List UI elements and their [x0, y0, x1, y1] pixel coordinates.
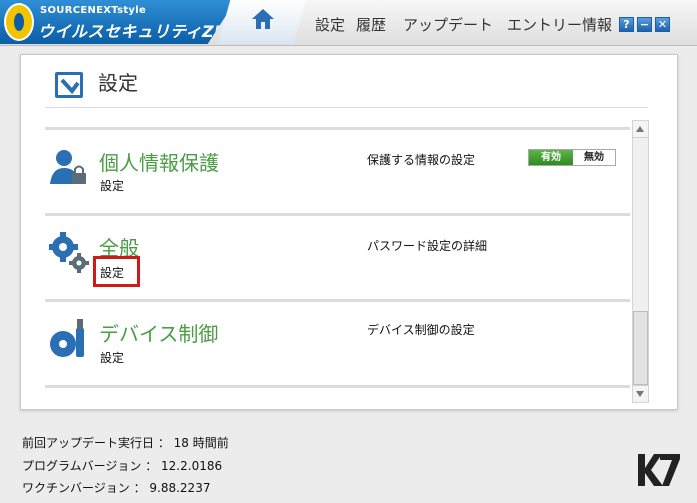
home-button[interactable] [218, 0, 306, 44]
toggle-off-option[interactable]: 無効 [573, 150, 615, 165]
row-divider [45, 213, 630, 216]
settings-check-icon [55, 72, 83, 98]
last-update-info: 前回アップデート実行日 ： 18 時間前 [22, 436, 229, 450]
close-button[interactable]: ✕ [655, 17, 670, 32]
app-logo: SOURCENEXTstyle ウイルスセキュリティZERO [0, 0, 236, 44]
home-icon [252, 9, 274, 29]
nav-settings[interactable]: 設定 [315, 14, 345, 35]
user-lock-icon [50, 150, 86, 184]
nav-update[interactable]: アップデート [403, 14, 493, 35]
scroll-up-button[interactable] [633, 121, 648, 138]
vaccine-version-info: ワクチンバージョン ： 9.88.2237 [22, 481, 211, 495]
settings-list: 個人情報保護 設定 保護する情報の設定 有効 無効 全般 設定 パスワード設定の… [45, 127, 630, 391]
row-divider [45, 385, 630, 388]
row-divider [45, 127, 630, 130]
arrow-down-icon [636, 391, 644, 397]
settings-panel: 設定 個人情報保護 設定 保護する情報の設定 有効 無効 全般 設定 パスワード… [20, 54, 678, 410]
scroll-thumb[interactable] [633, 311, 648, 385]
k7-logo [638, 454, 680, 486]
general-description: パスワード設定の詳細 [367, 239, 488, 253]
toggle-on-option[interactable]: 有効 [529, 150, 573, 165]
general-settings-link[interactable]: 設定 [100, 264, 124, 281]
help-button[interactable]: ? [619, 17, 634, 32]
device-settings-link[interactable]: 設定 [100, 349, 124, 366]
privacy-toggle[interactable]: 有効 無効 [528, 149, 616, 166]
item-title-device: デバイス制御 [99, 322, 219, 346]
title-bar: SOURCENEXTstyle ウイルスセキュリティZERO 設定 履歴 アップ… [0, 0, 697, 46]
item-title-privacy: 個人情報保護 [99, 151, 219, 175]
nav-history[interactable]: 履歴 [356, 14, 386, 35]
divider [45, 107, 648, 108]
scroll-down-button[interactable] [633, 385, 648, 402]
scrollbar[interactable] [632, 120, 649, 403]
logo-product-jp: ウイルスセキュリティ [38, 22, 203, 41]
usb-device-icon [50, 319, 84, 357]
arrow-up-icon [636, 126, 644, 132]
logo-brand: SOURCENEXTstyle [40, 5, 147, 16]
nav-entry-info[interactable]: エントリー情報 [507, 14, 612, 35]
gears-icon [49, 232, 89, 273]
minimize-button[interactable]: − [637, 17, 652, 32]
row-divider [45, 299, 630, 302]
device-description: デバイス制御の設定 [367, 323, 475, 337]
privacy-description: 保護する情報の設定 [367, 153, 476, 167]
page-title: 設定 [98, 71, 138, 95]
program-version-info: プログラムバージョン ： 12.2.0186 [22, 459, 223, 473]
privacy-settings-link[interactable]: 設定 [100, 177, 124, 194]
logo-o-icon [4, 3, 34, 41]
